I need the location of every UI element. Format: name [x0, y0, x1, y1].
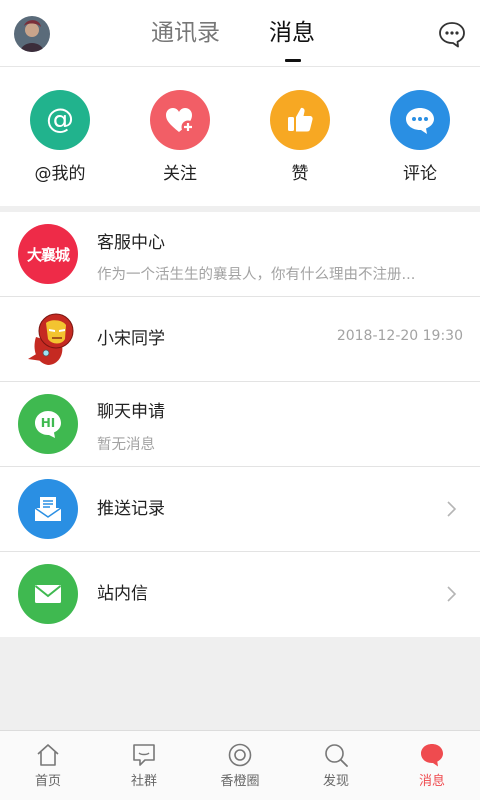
nav-label: 消息 [418, 774, 445, 789]
list-item-title: 站内信 [97, 584, 148, 604]
quick-action-label: 评论 [403, 164, 437, 184]
message-icon [421, 744, 443, 767]
list-item-push-records[interactable]: 推送记录 [0, 467, 480, 552]
nav-label: 社群 [130, 774, 157, 789]
bottom-navigation: 首页 社群 香橙圈 发现 消息 [0, 730, 480, 800]
at-icon: @ [30, 90, 90, 150]
user-avatar[interactable] [14, 16, 50, 52]
heart-plus-icon [150, 90, 210, 150]
nav-label: 首页 [34, 774, 61, 789]
quick-actions: @ @我的 关注 赞 评论 [0, 67, 480, 206]
list-item-chat-requests[interactable]: HI 聊天申请 暂无消息 [0, 382, 480, 467]
quick-action-comments[interactable]: 评论 [375, 90, 465, 185]
chat-request-icon: HI [18, 394, 78, 454]
inbox-icon [18, 479, 78, 539]
comment-icon [390, 90, 450, 150]
circle-icon [228, 743, 252, 767]
list-item-title: 小宋同学 [97, 329, 165, 349]
iron-man-avatar [18, 309, 78, 369]
nav-item-community[interactable]: 社群 [96, 731, 192, 800]
customer-service-avatar: 大襄城 [18, 224, 78, 284]
avatar-logo-text: 大襄城 [26, 245, 70, 264]
nav-item-discover[interactable]: 发现 [288, 731, 384, 800]
quick-action-follow[interactable]: 关注 [135, 90, 225, 185]
list-item-timestamp: 2018-12-20 19:30 [336, 328, 463, 344]
envelope-icon [18, 564, 78, 624]
chat-request-icon-text: HI [40, 416, 56, 430]
list-item-xiaosong[interactable]: 小宋同学 2018-12-20 19:30 [0, 297, 480, 382]
community-icon [133, 744, 155, 766]
chevron-right-icon [446, 585, 458, 603]
quick-action-label: 关注 [163, 164, 197, 184]
nav-item-home[interactable]: 首页 [0, 731, 96, 800]
quick-action-mentions[interactable]: @ @我的 [15, 90, 105, 185]
tab-messages[interactable]: 消息 [269, 18, 315, 48]
list-item-preview: 暂无消息 [97, 437, 155, 453]
list-item-site-messages[interactable]: 站内信 [0, 552, 480, 637]
home-icon [37, 744, 59, 766]
chevron-right-icon [446, 500, 458, 518]
top-bar: 通讯录 消息 [0, 0, 480, 67]
list-item-title: 客服中心 [97, 233, 165, 253]
nav-label: 发现 [322, 774, 349, 789]
list-item-preview: 作为一个活生生的襄县人，你有什么理由不注册... [97, 267, 416, 283]
nav-label: 香橙圈 [220, 774, 260, 789]
quick-action-likes[interactable]: 赞 [255, 90, 345, 185]
chat-bubble-more-icon[interactable] [438, 20, 466, 48]
search-icon [325, 744, 348, 767]
tab-contacts[interactable]: 通讯录 [151, 18, 220, 48]
list-item-title: 聊天申请 [97, 402, 165, 422]
quick-action-label: @我的 [34, 164, 86, 184]
nav-item-circle[interactable]: 香橙圈 [192, 731, 288, 800]
list-item-customer-service[interactable]: 大襄城 客服中心 作为一个活生生的襄县人，你有什么理由不注册... [0, 212, 480, 297]
nav-item-messages[interactable]: 消息 [384, 731, 480, 800]
list-item-title: 推送记录 [97, 499, 165, 519]
message-list: 大襄城 客服中心 作为一个活生生的襄县人，你有什么理由不注册... 小宋同学 2… [0, 212, 480, 637]
active-tab-indicator [285, 59, 301, 62]
quick-action-label: 赞 [291, 164, 309, 184]
svg-text:@: @ [46, 103, 74, 135]
thumbs-up-icon [270, 90, 330, 150]
